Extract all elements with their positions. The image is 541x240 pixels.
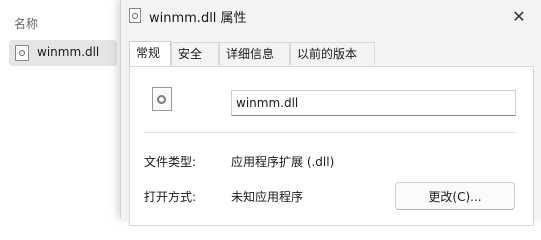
general-panel: 文件类型: 应用程序扩展 (.dll) 打开方式: 未知应用程序 更改(C)..… bbox=[129, 66, 534, 226]
properties-dialog: winmm.dll 属性 ✕ 常规 安全 详细信息 以前的版本 文件类型: 应用… bbox=[120, 0, 541, 226]
title-bar[interactable]: winmm.dll 属性 ✕ bbox=[121, 0, 541, 32]
tab-details[interactable]: 详细信息 bbox=[219, 42, 290, 65]
file-item-label: winmm.dll bbox=[37, 45, 100, 59]
settings-file-icon bbox=[152, 87, 172, 111]
file-item-winmm[interactable]: winmm.dll bbox=[9, 40, 117, 66]
change-button[interactable]: 更改(C)... bbox=[395, 182, 515, 210]
tab-previous-versions[interactable]: 以前的版本 bbox=[290, 42, 375, 65]
gear-icon bbox=[157, 95, 166, 104]
separator bbox=[144, 132, 515, 133]
file-type-label: 文件类型: bbox=[144, 155, 197, 169]
dll-file-icon bbox=[129, 8, 141, 23]
opens-with-value: 未知应用程序 bbox=[231, 190, 304, 204]
dialog-title: winmm.dll 属性 bbox=[149, 11, 247, 26]
file-type-value: 应用程序扩展 (.dll) bbox=[231, 155, 335, 169]
close-button[interactable]: ✕ bbox=[496, 0, 541, 32]
close-icon: ✕ bbox=[512, 6, 526, 26]
column-header-name[interactable]: 名称 bbox=[14, 15, 38, 32]
tab-security[interactable]: 安全 bbox=[171, 42, 219, 65]
dll-file-icon bbox=[15, 45, 29, 61]
file-name-input[interactable] bbox=[231, 90, 516, 116]
opens-with-label: 打开方式: bbox=[144, 190, 197, 204]
tab-general[interactable]: 常规 bbox=[129, 41, 171, 66]
